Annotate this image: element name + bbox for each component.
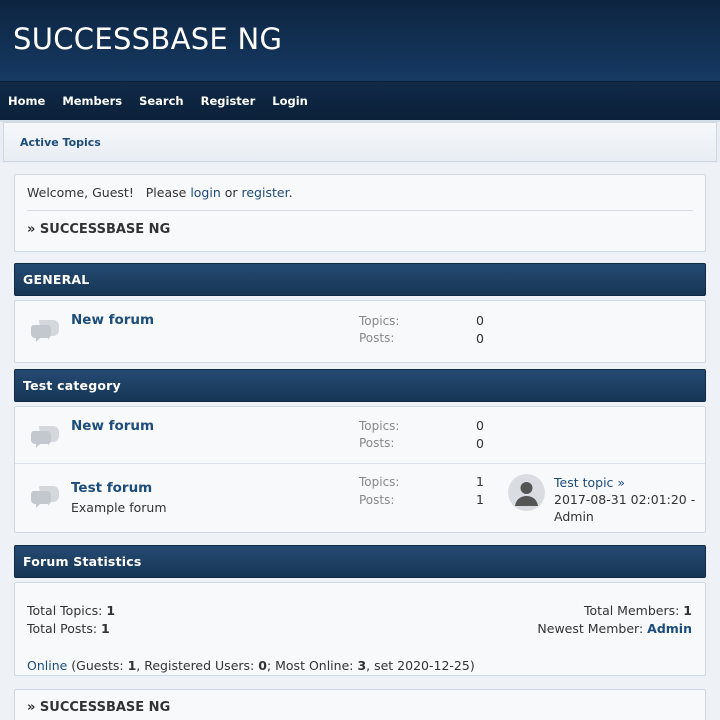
- user-silhouette-icon: [515, 482, 538, 506]
- last-post-arrow-icon[interactable]: »: [617, 475, 625, 490]
- posts-count: 0: [476, 331, 484, 346]
- login-link[interactable]: login: [190, 185, 220, 200]
- newest-member-label: Newest Member:: [537, 621, 648, 636]
- newest-member-link[interactable]: Admin: [647, 621, 692, 636]
- welcome-message: Welcome, Guest! Please login or register…: [27, 185, 693, 211]
- site-title[interactable]: SUCCESSBASE NG: [13, 22, 707, 56]
- avatar[interactable]: [508, 474, 545, 511]
- topics-label: Topics:: [359, 475, 400, 489]
- posts-label: Posts:: [359, 331, 395, 345]
- forum-description: Example forum: [71, 500, 167, 515]
- posts-count: 0: [476, 436, 484, 451]
- online-registered-value: 0: [258, 658, 267, 673]
- forum-link[interactable]: New forum: [71, 418, 154, 434]
- forum-row: New forum Topics: 0 Posts: 0: [15, 301, 705, 362]
- nav-members[interactable]: Members: [62, 94, 122, 108]
- total-topics: Total Topics: 1: [27, 602, 115, 620]
- category-header-general[interactable]: GENERAL: [14, 263, 706, 296]
- topics-label: Topics:: [359, 419, 400, 433]
- total-members: Total Members: 1: [537, 602, 692, 620]
- forum-read-icon: [30, 426, 59, 448]
- total-posts-label: Total Posts:: [27, 621, 102, 636]
- online-set-date: , set 2020-12-25): [366, 658, 475, 673]
- forum-row: Test forum Example forum Topics: 1 Posts…: [15, 463, 705, 532]
- topics-count: 1: [476, 474, 484, 489]
- category-header-test[interactable]: Test category: [14, 369, 706, 402]
- stats-box: Total Topics: 1 Total Posts: 1 Total Mem…: [14, 582, 706, 676]
- welcome-or: or: [220, 185, 242, 200]
- total-posts: Total Posts: 1: [27, 620, 115, 638]
- nav-register[interactable]: Register: [201, 94, 256, 108]
- online-registered-label: , Registered Users:: [136, 658, 259, 673]
- online-most-label: ; Most Online:: [266, 658, 358, 673]
- site-header: SUCCESSBASE NG: [0, 0, 720, 82]
- newest-member: Newest Member: Admin: [537, 620, 692, 638]
- online-link[interactable]: Online: [27, 658, 67, 673]
- category-general-forums: New forum Topics: 0 Posts: 0: [14, 300, 706, 363]
- category-test-forums: New forum Topics: 0 Posts: 0 Test forum …: [14, 406, 706, 533]
- nav-login[interactable]: Login: [272, 94, 308, 108]
- last-post-info: Test topic » 2017-08-31 02:01:20 - Admin: [554, 474, 695, 525]
- nav-home[interactable]: Home: [8, 94, 45, 108]
- stats-header: Forum Statistics: [14, 545, 706, 578]
- main-content: Welcome, Guest! Please login or register…: [0, 163, 720, 720]
- forum-link[interactable]: New forum: [71, 312, 154, 328]
- register-link[interactable]: register: [242, 185, 289, 200]
- topics-label: Topics:: [359, 314, 400, 328]
- online-status: Online (Guests: 1, Registered Users: 0; …: [27, 658, 475, 673]
- total-members-label: Total Members:: [584, 603, 684, 618]
- main-nav: Home Members Search Register Login: [0, 82, 720, 122]
- forum-read-icon: [30, 320, 59, 342]
- welcome-box: Welcome, Guest! Please login or register…: [14, 174, 706, 252]
- posts-label: Posts:: [359, 493, 395, 507]
- online-most-value: 3: [357, 658, 367, 673]
- last-post-date: 2017-08-31 02:01:20 -: [554, 492, 696, 507]
- total-members-value: 1: [683, 603, 692, 618]
- stats-right: Total Members: 1 Newest Member: Admin: [537, 602, 692, 638]
- footer-breadcrumb-box: » SUCCESSBASE NG: [14, 689, 706, 720]
- nav-search[interactable]: Search: [139, 94, 184, 108]
- footer-breadcrumb[interactable]: » SUCCESSBASE NG: [27, 700, 693, 720]
- online-guests-value: 1: [127, 658, 137, 673]
- topics-count: 0: [476, 418, 484, 433]
- last-post-link[interactable]: Test topic: [554, 475, 613, 490]
- topics-count: 0: [476, 313, 484, 328]
- forum-read-icon: [30, 486, 59, 508]
- sub-nav-bar: Active Topics: [3, 122, 717, 162]
- total-topics-value: 1: [106, 603, 116, 618]
- total-posts-value: 1: [101, 621, 110, 636]
- last-post-author: Admin: [554, 509, 594, 524]
- total-topics-label: Total Topics:: [27, 603, 107, 618]
- forum-row: New forum Topics: 0 Posts: 0: [15, 407, 705, 463]
- forum-link[interactable]: Test forum: [71, 480, 152, 496]
- breadcrumb[interactable]: » SUCCESSBASE NG: [27, 211, 693, 237]
- welcome-text: Welcome, Guest! Please: [27, 185, 191, 200]
- stats-left: Total Topics: 1 Total Posts: 1: [27, 602, 115, 638]
- active-topics-link[interactable]: Active Topics: [20, 136, 101, 149]
- posts-label: Posts:: [359, 436, 395, 450]
- posts-count: 1: [476, 492, 484, 507]
- welcome-suffix: .: [288, 185, 293, 200]
- online-guests-label: (Guests:: [67, 658, 128, 673]
